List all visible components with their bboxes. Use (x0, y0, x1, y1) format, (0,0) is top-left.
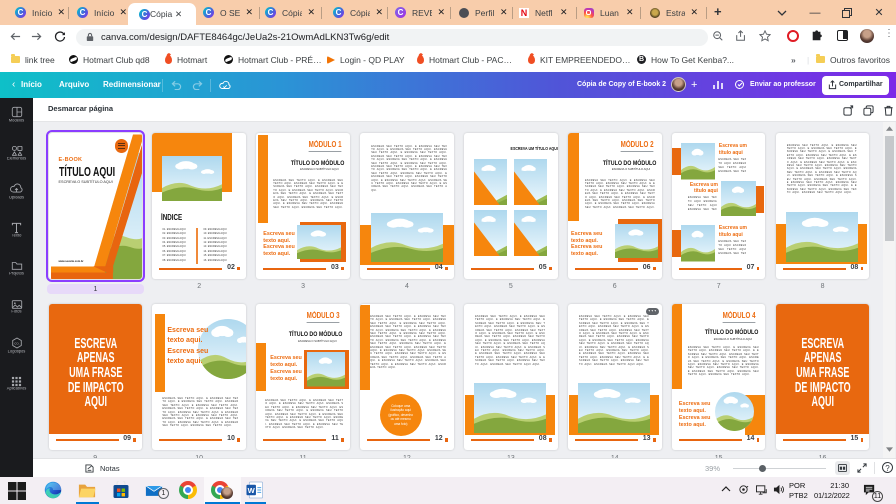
svg-text:co.: co. (14, 341, 19, 346)
svg-text:W: W (248, 486, 256, 495)
